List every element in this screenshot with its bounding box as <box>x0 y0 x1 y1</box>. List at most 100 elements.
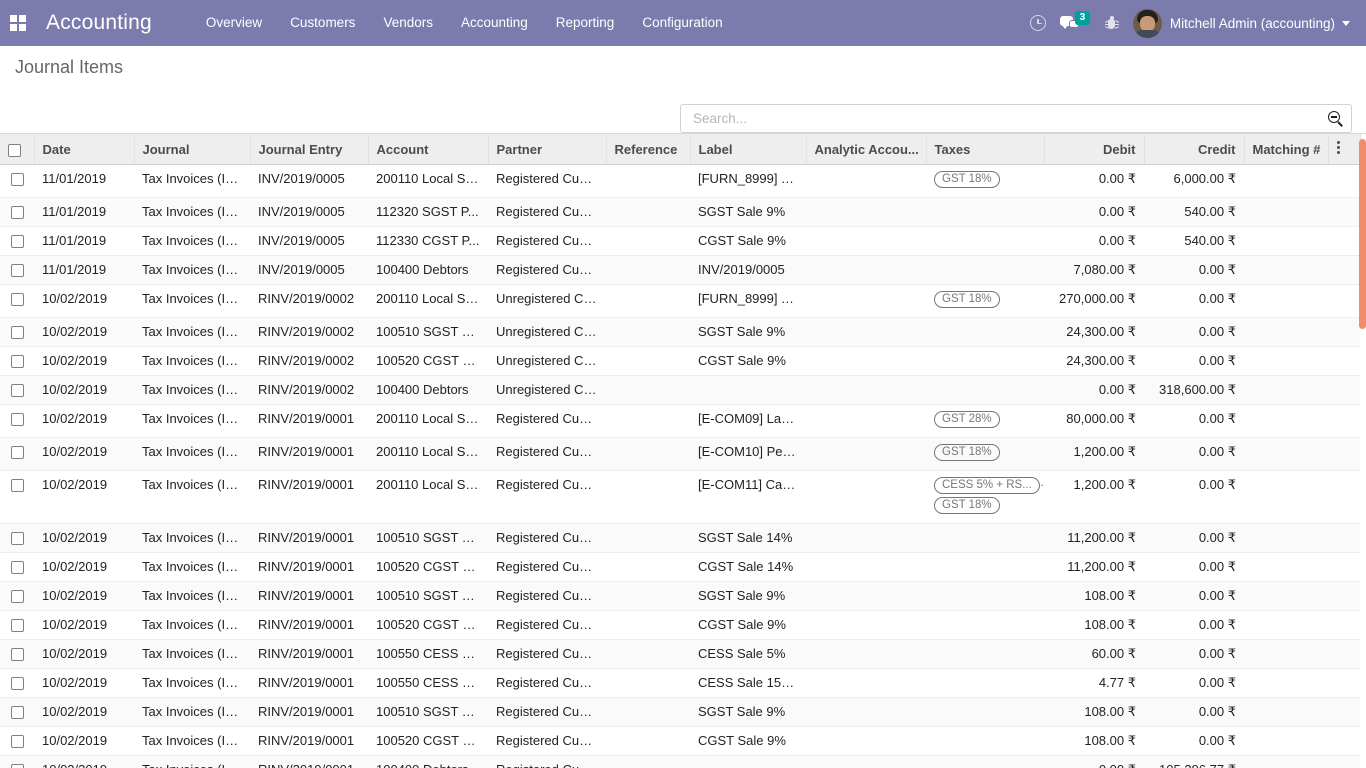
activity-menu-button[interactable] <box>1021 0 1055 46</box>
cell-reference <box>606 405 690 438</box>
row-select-cell <box>0 198 34 227</box>
chevron-down-icon <box>1342 21 1350 26</box>
row-checkbox[interactable] <box>11 384 24 397</box>
search-box[interactable] <box>680 104 1352 133</box>
row-select-cell <box>0 669 34 698</box>
column-header-matching[interactable]: Matching # <box>1244 134 1328 165</box>
cell-taxes: GST 28% <box>926 405 1044 438</box>
menu-item-accounting[interactable]: Accounting <box>447 0 542 46</box>
cell-label: SGST Sale 9% <box>690 198 806 227</box>
table-row[interactable]: 10/02/2019Tax Invoices (IN...RINV/2019/0… <box>0 285 1360 318</box>
column-header-credit[interactable]: Credit <box>1144 134 1244 165</box>
column-header-analytic-account[interactable]: Analytic Accou... <box>806 134 926 165</box>
tax-tag: GST 28% <box>934 411 1000 428</box>
cell-analytic-account <box>806 256 926 285</box>
user-menu-button[interactable]: Mitchell Admin (accounting) <box>1129 0 1356 46</box>
cell-spacer <box>1328 698 1360 727</box>
row-checkbox[interactable] <box>11 735 24 748</box>
table-row[interactable]: 10/02/2019Tax Invoices (IN...RINV/2019/0… <box>0 376 1360 405</box>
search-minus-icon[interactable] <box>1328 111 1343 126</box>
cell-taxes <box>926 640 1044 669</box>
table-row[interactable]: 10/02/2019Tax Invoices (IN...RINV/2019/0… <box>0 611 1360 640</box>
column-header-journal[interactable]: Journal <box>134 134 250 165</box>
menu-item-customers[interactable]: Customers <box>276 0 369 46</box>
cell-journal-entry: RINV/2019/0002 <box>250 347 368 376</box>
row-select-cell <box>0 727 34 756</box>
row-checkbox[interactable] <box>11 355 24 368</box>
table-row[interactable]: 10/02/2019Tax Invoices (IN...RINV/2019/0… <box>0 347 1360 376</box>
table-row[interactable]: 11/01/2019Tax Invoices (IN...INV/2019/00… <box>0 165 1360 198</box>
table-row[interactable]: 10/02/2019Tax Invoices (IN...RINV/2019/0… <box>0 582 1360 611</box>
cell-analytic-account <box>806 376 926 405</box>
table-body: 11/01/2019Tax Invoices (IN...INV/2019/00… <box>0 165 1360 768</box>
vertical-scrollbar[interactable] <box>1359 134 1366 768</box>
table-row[interactable]: 10/02/2019Tax Invoices (IN...RINV/2019/0… <box>0 553 1360 582</box>
navbar-right-zone: 3 Mitchell Admin (accounting) <box>1021 0 1356 46</box>
table-row[interactable]: 10/02/2019Tax Invoices (IN...RINV/2019/0… <box>0 669 1360 698</box>
row-checkbox[interactable] <box>11 173 24 186</box>
table-row[interactable]: 10/02/2019Tax Invoices (IN...RINV/2019/0… <box>0 727 1360 756</box>
table-row[interactable]: 10/02/2019Tax Invoices (IN...RINV/2019/0… <box>0 471 1360 524</box>
optional-columns-button[interactable] <box>1328 134 1360 165</box>
row-checkbox[interactable] <box>11 293 24 306</box>
table-row[interactable]: 11/01/2019Tax Invoices (IN...INV/2019/00… <box>0 198 1360 227</box>
cell-taxes <box>926 198 1044 227</box>
cell-date: 11/01/2019 <box>34 198 134 227</box>
row-checkbox[interactable] <box>11 235 24 248</box>
column-header-reference[interactable]: Reference <box>606 134 690 165</box>
column-header-partner[interactable]: Partner <box>488 134 606 165</box>
menu-item-vendors[interactable]: Vendors <box>369 0 447 46</box>
row-checkbox[interactable] <box>11 764 24 768</box>
row-checkbox[interactable] <box>11 677 24 690</box>
column-header-taxes[interactable]: Taxes <box>926 134 1044 165</box>
cell-date: 10/02/2019 <box>34 471 134 524</box>
cell-date: 10/02/2019 <box>34 285 134 318</box>
search-input[interactable] <box>691 105 1328 132</box>
row-checkbox[interactable] <box>11 264 24 277</box>
column-header-debit[interactable]: Debit <box>1044 134 1144 165</box>
debug-menu-button[interactable] <box>1095 0 1129 46</box>
row-checkbox[interactable] <box>11 479 24 492</box>
row-select-cell <box>0 256 34 285</box>
cell-account: 100400 Debtors <box>368 756 488 768</box>
row-checkbox[interactable] <box>11 532 24 545</box>
row-checkbox[interactable] <box>11 206 24 219</box>
apps-grid-icon <box>10 15 26 31</box>
column-header-label[interactable]: Label <box>690 134 806 165</box>
cell-partner: Registered Cust... <box>488 756 606 768</box>
row-checkbox[interactable] <box>11 561 24 574</box>
cell-matching <box>1244 198 1328 227</box>
table-row[interactable]: 11/01/2019Tax Invoices (IN...INV/2019/00… <box>0 256 1360 285</box>
cell-partner: Registered Cust... <box>488 582 606 611</box>
cell-journal-entry: RINV/2019/0001 <box>250 611 368 640</box>
table-row[interactable]: 10/02/2019Tax Invoices (IN...RINV/2019/0… <box>0 524 1360 553</box>
cell-partner: Registered Cust... <box>488 471 606 524</box>
row-checkbox[interactable] <box>11 619 24 632</box>
column-header-journal-entry[interactable]: Journal Entry <box>250 134 368 165</box>
messaging-menu-button[interactable]: 3 <box>1055 0 1095 46</box>
cell-spacer <box>1328 165 1360 198</box>
table-row[interactable]: 10/02/2019Tax Invoices (IN...RINV/2019/0… <box>0 698 1360 727</box>
column-header-date[interactable]: Date <box>34 134 134 165</box>
column-header-account[interactable]: Account <box>368 134 488 165</box>
table-row[interactable]: 10/02/2019Tax Invoices (IN...RINV/2019/0… <box>0 405 1360 438</box>
menu-item-reporting[interactable]: Reporting <box>542 0 629 46</box>
vertical-scrollbar-thumb[interactable] <box>1359 139 1366 329</box>
apps-menu-button[interactable] <box>0 0 36 46</box>
table-row[interactable]: 10/02/2019Tax Invoices (IN...RINV/2019/0… <box>0 640 1360 669</box>
table-row[interactable]: 10/02/2019Tax Invoices (IN...RINV/2019/0… <box>0 756 1360 768</box>
row-checkbox[interactable] <box>11 413 24 426</box>
messages-counter-badge: 3 <box>1075 11 1090 25</box>
table-row[interactable]: 11/01/2019Tax Invoices (IN...INV/2019/00… <box>0 227 1360 256</box>
row-checkbox[interactable] <box>11 446 24 459</box>
table-row[interactable]: 10/02/2019Tax Invoices (IN...RINV/2019/0… <box>0 318 1360 347</box>
select-all-checkbox[interactable] <box>8 144 21 157</box>
row-checkbox[interactable] <box>11 326 24 339</box>
row-checkbox[interactable] <box>11 648 24 661</box>
menu-item-configuration[interactable]: Configuration <box>628 0 736 46</box>
cell-analytic-account <box>806 553 926 582</box>
menu-item-overview[interactable]: Overview <box>192 0 276 46</box>
row-checkbox[interactable] <box>11 706 24 719</box>
row-checkbox[interactable] <box>11 590 24 603</box>
table-row[interactable]: 10/02/2019Tax Invoices (IN...RINV/2019/0… <box>0 438 1360 471</box>
